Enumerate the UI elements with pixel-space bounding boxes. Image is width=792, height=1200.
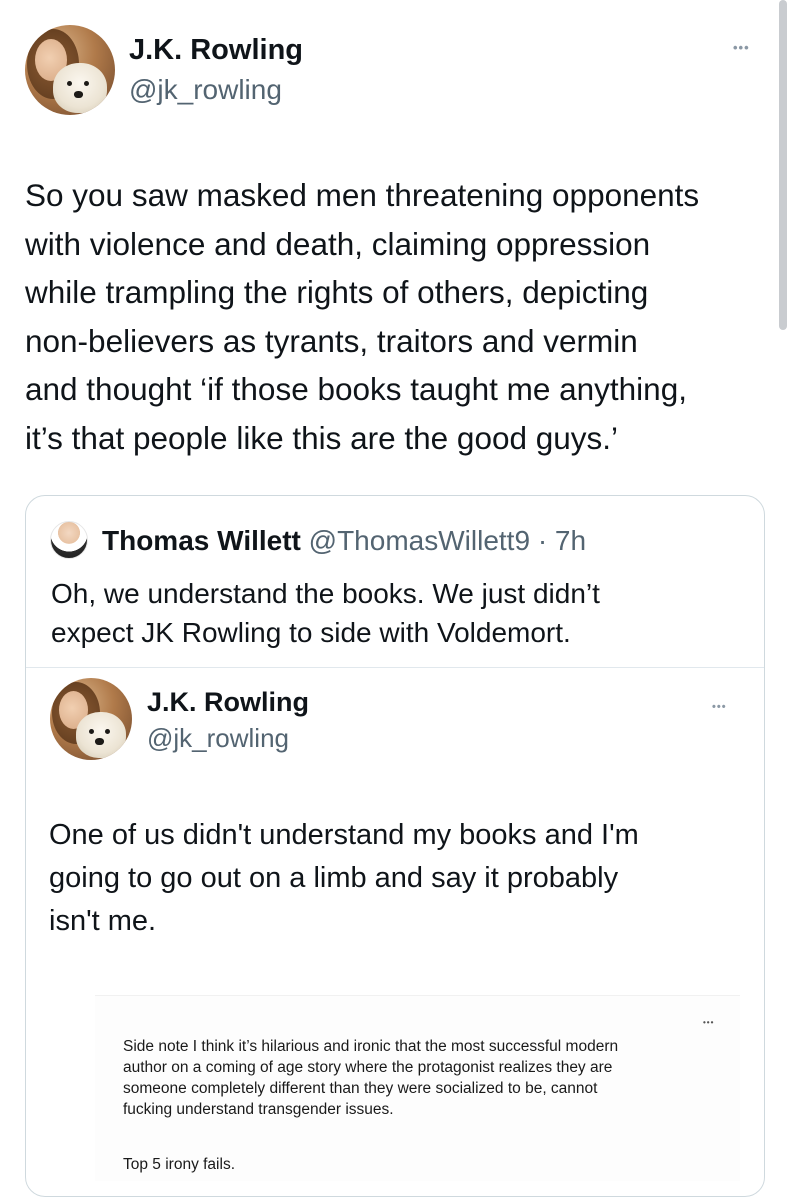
embedded-screenshot: ••• Side note I think it’s hilarious and… (95, 995, 740, 1181)
timestamp[interactable]: 7h (555, 525, 586, 556)
embedded-text: Side note I think it’s hilarious and iro… (123, 1038, 619, 1118)
more-icon: ••• (712, 701, 727, 713)
scrollbar[interactable] (779, 0, 787, 330)
avatar-thomas-willett (50, 521, 88, 559)
avatar-dog (53, 63, 107, 113)
author-name[interactable]: J.K. Rowling (129, 34, 303, 67)
quoted-tweet-text: Oh, we understand the books. We just did… (51, 578, 600, 648)
avatar-dog-eye (105, 729, 110, 734)
quoted-author-name[interactable]: Thomas Willett (102, 525, 301, 556)
more-icon: ••• (703, 1018, 715, 1027)
nested-author-handle: @jk_rowling (147, 723, 289, 753)
more-icon[interactable]: ••• (733, 40, 750, 55)
avatar[interactable] (25, 25, 115, 115)
avatar-dog (76, 712, 126, 758)
nested-tweet-text: One of us didn't understand my books and… (49, 819, 639, 937)
avatar-dog-eye (89, 729, 94, 734)
nested-author-name: J.K. Rowling (147, 687, 309, 717)
divider (26, 667, 764, 668)
quote-header: Thomas Willett @ThomasWillett9 · 7h (102, 525, 586, 557)
avatar (50, 678, 132, 760)
avatar-dog-nose (95, 738, 104, 745)
tweet-text: So you saw masked men threatening oppone… (25, 177, 700, 456)
separator-dot: · (537, 525, 548, 556)
avatar-dog-eye (84, 81, 89, 86)
avatar-dog-nose (74, 91, 83, 98)
author-handle[interactable]: @jk_rowling (129, 74, 282, 106)
quoted-author-handle[interactable]: @ThomasWillett9 (309, 525, 530, 556)
avatar-dog-eye (67, 81, 72, 86)
embedded-footer: Top 5 irony fails. (123, 1156, 235, 1173)
